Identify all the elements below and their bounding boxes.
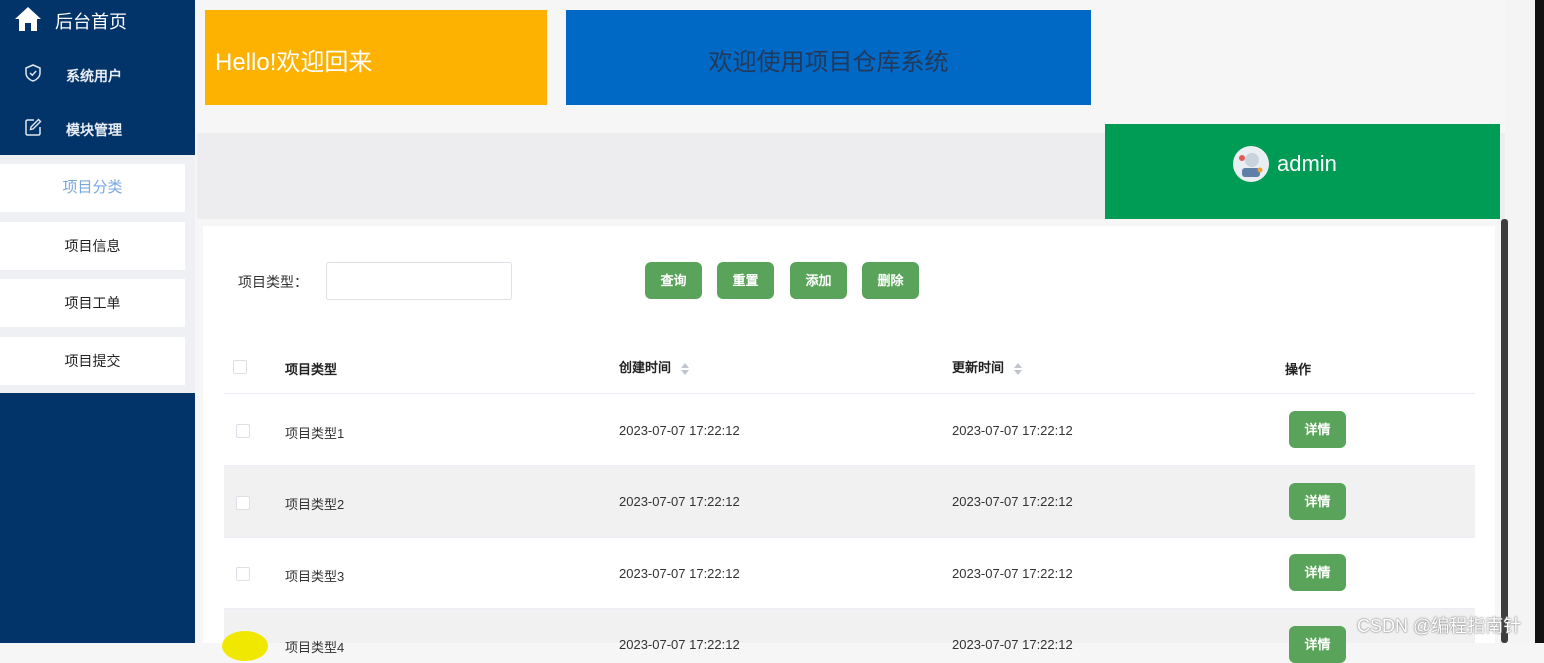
- cell-updated: 2023-07-07 17:22:12: [952, 494, 1073, 509]
- sort-icon[interactable]: [680, 362, 689, 375]
- sidebar: 后台首页 系统用户 模块管理 项目分类 项目信息 项目工单 项目提交: [0, 0, 195, 643]
- sidebar-item-label: 模块管理: [66, 122, 122, 138]
- cell-created: 2023-07-07 17:22:12: [619, 637, 740, 652]
- shield-icon: [25, 64, 41, 82]
- row-checkbox[interactable]: [236, 567, 250, 581]
- query-button[interactable]: 查询: [645, 262, 702, 299]
- column-header-type: 项目类型: [285, 362, 338, 377]
- row-checkbox[interactable]: [236, 424, 250, 438]
- table-row: [224, 466, 1475, 537]
- edit-icon: [25, 118, 42, 136]
- watermark: CSDN @编程指南针: [1357, 616, 1522, 636]
- cell-updated: 2023-07-07 17:22:12: [952, 423, 1073, 438]
- sidebar-home[interactable]: 后台首页: [0, 0, 195, 40]
- cell-created: 2023-07-07 17:22:12: [619, 494, 740, 509]
- cell-type: 项目类型1: [285, 426, 345, 441]
- welcome-text: Hello!欢迎回来: [215, 49, 373, 76]
- detail-button[interactable]: 详情: [1289, 411, 1346, 448]
- cell-type: 项目类型4: [285, 640, 345, 655]
- window-edge: [1535, 0, 1544, 643]
- sidebar-item-label: 系统用户: [66, 68, 122, 84]
- detail-button[interactable]: 详情: [1289, 554, 1346, 591]
- add-button[interactable]: 添加: [790, 262, 847, 299]
- sort-icon[interactable]: [1013, 362, 1022, 375]
- system-title-banner: 欢迎使用项目仓库系统: [566, 10, 1091, 105]
- sidebar-home-label: 后台首页: [55, 12, 127, 32]
- sidebar-subitem-project-submit[interactable]: 项目提交: [0, 337, 185, 385]
- detail-button[interactable]: 详情: [1289, 626, 1346, 663]
- column-header-actions: 操作: [1285, 362, 1312, 377]
- cell-type: 项目类型2: [285, 497, 345, 512]
- reset-button[interactable]: 重置: [717, 262, 774, 299]
- cell-updated: 2023-07-07 17:22:12: [952, 637, 1073, 652]
- row-checkbox[interactable]: [236, 496, 250, 510]
- sidebar-item-module-management[interactable]: 模块管理: [0, 102, 195, 156]
- column-header-label: 创建时间: [619, 360, 672, 375]
- cell-created: 2023-07-07 17:22:12: [619, 423, 740, 438]
- cell-type: 项目类型3: [285, 569, 345, 584]
- system-title: 欢迎使用项目仓库系统: [708, 49, 949, 76]
- user-panel[interactable]: admin: [1105, 124, 1500, 219]
- scrollbar-thumb[interactable]: [1501, 219, 1508, 643]
- avatar[interactable]: [1233, 146, 1269, 182]
- sidebar-subitem-project-workorder[interactable]: 项目工单: [0, 279, 185, 327]
- detail-button[interactable]: 详情: [1289, 483, 1346, 520]
- scrollbar-track: [1506, 0, 1535, 643]
- table-row: [224, 538, 1475, 609]
- table-row: [224, 395, 1475, 466]
- username: admin: [1277, 151, 1337, 176]
- sidebar-submenu: 项目分类 项目信息 项目工单 项目提交: [0, 155, 195, 393]
- column-header-label: 更新时间: [952, 360, 1005, 375]
- column-header-created[interactable]: 创建时间: [619, 357, 689, 376]
- cell-created: 2023-07-07 17:22:12: [619, 566, 740, 581]
- select-all-checkbox[interactable]: [233, 360, 247, 374]
- delete-button[interactable]: 删除: [862, 262, 919, 299]
- table-row: [224, 609, 1475, 643]
- sidebar-subitem-project-info[interactable]: 项目信息: [0, 222, 185, 270]
- column-header-updated[interactable]: 更新时间: [952, 357, 1022, 376]
- home-icon: [15, 7, 41, 31]
- welcome-banner: Hello!欢迎回来: [205, 10, 547, 105]
- cell-updated: 2023-07-07 17:22:12: [952, 566, 1073, 581]
- sidebar-item-system-users[interactable]: 系统用户: [0, 48, 195, 102]
- cursor-highlight: [222, 631, 268, 661]
- table-divider: [224, 393, 1475, 394]
- avatar-icon: [1234, 147, 1268, 181]
- search-label: 项目类型：: [238, 274, 308, 290]
- sidebar-subitem-project-category[interactable]: 项目分类: [0, 164, 185, 212]
- project-type-input[interactable]: [326, 262, 512, 300]
